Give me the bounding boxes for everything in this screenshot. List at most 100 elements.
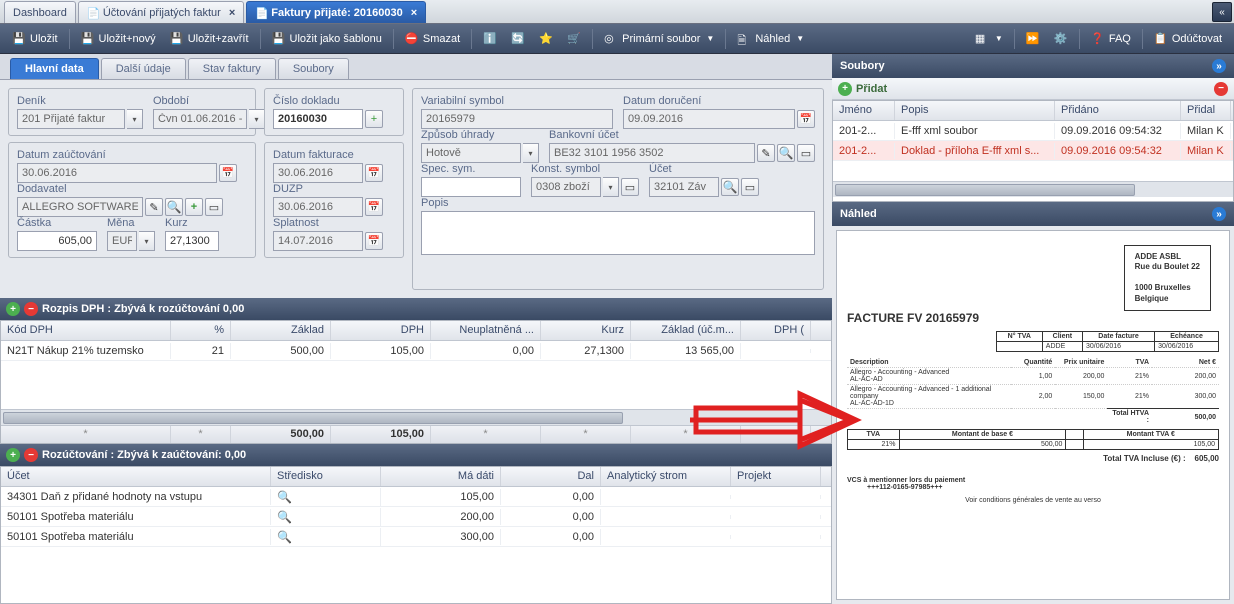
- description-input[interactable]: [421, 211, 815, 255]
- col-header[interactable]: Základ: [231, 321, 331, 340]
- add-row-button[interactable]: +: [6, 448, 20, 462]
- delete-file-button[interactable]: −: [1214, 82, 1228, 96]
- account-input[interactable]: [649, 177, 719, 197]
- refresh-button[interactable]: 🔄: [505, 27, 531, 51]
- invoice-date-input[interactable]: [273, 163, 363, 183]
- save-close-button[interactable]: 💾Uložit+zavřít: [164, 27, 255, 51]
- account-search-button[interactable]: 🔍: [721, 178, 739, 196]
- tab-other-data[interactable]: Další údaje: [101, 58, 186, 79]
- journal-input[interactable]: [17, 109, 125, 129]
- tab-invoice-detail[interactable]: 📄 Faktury přijaté: 20160030 ×: [246, 1, 426, 23]
- bank-account-input[interactable]: [549, 143, 755, 163]
- search-icon[interactable]: 🔍: [277, 530, 292, 544]
- close-icon[interactable]: ×: [229, 7, 235, 19]
- col-header[interactable]: DPH (: [741, 321, 811, 340]
- calendar-button[interactable]: 📅: [219, 164, 237, 182]
- col-header[interactable]: Neuplatněná ...: [431, 321, 541, 340]
- add-row-button[interactable]: +: [6, 302, 20, 316]
- layout-button[interactable]: ▦▼: [969, 27, 1009, 51]
- posting-date-input[interactable]: [17, 163, 217, 183]
- col-header[interactable]: Přidáno: [1055, 101, 1181, 120]
- dropdown-button[interactable]: ▾: [249, 109, 265, 129]
- supplier-clear-button[interactable]: ▭: [205, 198, 223, 216]
- save-template-button[interactable]: 💾Uložit jako šablonu: [266, 27, 388, 51]
- calendar-button[interactable]: 📅: [365, 232, 383, 250]
- expand-right-panel-button[interactable]: «: [1212, 2, 1232, 22]
- table-row[interactable]: 201-2... Doklad - příloha E-fff xml s...…: [833, 141, 1233, 161]
- table-row[interactable]: 34301 Daň z přidané hodnoty na vstupu 🔍 …: [1, 487, 831, 507]
- col-header[interactable]: Základ (úč.m...: [631, 321, 741, 340]
- star-button[interactable]: ⭐: [533, 27, 559, 51]
- delete-button[interactable]: ⛔Smazat: [399, 27, 466, 51]
- col-header[interactable]: Dal: [501, 467, 601, 486]
- preview-button[interactable]: 🗎Náhled▼: [731, 27, 810, 51]
- bank-edit-button[interactable]: ✎: [757, 144, 775, 162]
- tab-invoice-status[interactable]: Stav faktury: [188, 58, 276, 79]
- expand-preview-button[interactable]: »: [1212, 207, 1226, 221]
- table-row[interactable]: 201-2... E-fff xml soubor 09.09.2016 09:…: [833, 121, 1233, 141]
- remove-row-button[interactable]: −: [24, 302, 38, 316]
- search-icon[interactable]: 🔍: [277, 490, 292, 504]
- number-action-button[interactable]: +: [365, 110, 383, 128]
- col-header[interactable]: Přidal: [1181, 101, 1231, 120]
- col-header[interactable]: Má dáti: [381, 467, 501, 486]
- tab-invoice-processing[interactable]: 📄 Účtování přijatých faktur ×: [78, 1, 244, 23]
- supplier-add-button[interactable]: +: [185, 198, 203, 216]
- col-header[interactable]: DPH: [331, 321, 431, 340]
- delivery-date-input[interactable]: [623, 109, 795, 129]
- calendar-button[interactable]: 📅: [797, 110, 815, 128]
- tab-files[interactable]: Soubory: [278, 58, 349, 79]
- currency-input[interactable]: [107, 231, 137, 251]
- dropdown-button[interactable]: ▾: [603, 177, 619, 197]
- col-header[interactable]: Analytický strom: [601, 467, 731, 486]
- table-row[interactable]: 50101 Spotřeba materiálu 🔍 200,00 0,00: [1, 507, 831, 527]
- faq-button[interactable]: ❓FAQ: [1085, 27, 1137, 51]
- calendar-button[interactable]: 📅: [365, 164, 383, 182]
- close-icon[interactable]: ×: [411, 7, 417, 19]
- primary-file-button[interactable]: ◎Primární soubor▼: [598, 27, 720, 51]
- horizontal-scrollbar[interactable]: [833, 181, 1233, 197]
- col-header[interactable]: Jméno: [833, 101, 895, 120]
- col-header[interactable]: Účet: [1, 467, 271, 486]
- tax-date-input[interactable]: [273, 197, 363, 217]
- tab-main-data[interactable]: Hlavní data: [10, 58, 99, 79]
- variable-symbol-input[interactable]: [421, 109, 613, 129]
- col-header[interactable]: Středisko: [271, 467, 381, 486]
- due-date-input[interactable]: [273, 231, 363, 251]
- table-row[interactable]: N21T Nákup 21% tuzemsko 21 500,00 105,00…: [1, 341, 831, 361]
- cart-button[interactable]: 🛒: [561, 27, 587, 51]
- info-button[interactable]: ℹ️: [477, 27, 503, 51]
- col-header[interactable]: Kód DPH: [1, 321, 171, 340]
- col-header[interactable]: Kurz: [541, 321, 631, 340]
- tab-dashboard[interactable]: Dashboard: [4, 1, 76, 23]
- post-button[interactable]: 📋Odúčtovat: [1148, 27, 1228, 51]
- add-file-button[interactable]: +: [838, 82, 852, 96]
- search-icon[interactable]: 🔍: [277, 510, 292, 524]
- bank-search-button[interactable]: 🔍: [777, 144, 795, 162]
- payment-method-input[interactable]: [421, 143, 521, 163]
- save-button[interactable]: 💾Uložit: [6, 27, 64, 51]
- dropdown-button[interactable]: ▾: [523, 143, 539, 163]
- supplier-search-button[interactable]: 🔍: [165, 198, 183, 216]
- col-header[interactable]: Projekt: [731, 467, 821, 486]
- ks-clear-button[interactable]: ▭: [621, 178, 639, 196]
- doc-number-input[interactable]: [273, 109, 363, 129]
- supplier-edit-button[interactable]: ✎: [145, 198, 163, 216]
- settings-button[interactable]: ⚙️: [1048, 27, 1074, 51]
- calendar-button[interactable]: 📅: [365, 198, 383, 216]
- bank-clear-button[interactable]: ▭: [797, 144, 815, 162]
- supplier-input[interactable]: [17, 197, 143, 217]
- remove-row-button[interactable]: −: [24, 448, 38, 462]
- amount-input[interactable]: [17, 231, 97, 251]
- col-header[interactable]: Popis: [895, 101, 1055, 120]
- nav-prev-button[interactable]: ⏩: [1020, 27, 1046, 51]
- dropdown-button[interactable]: ▾: [139, 231, 155, 251]
- dropdown-button[interactable]: ▾: [127, 109, 143, 129]
- col-header[interactable]: %: [171, 321, 231, 340]
- account-clear-button[interactable]: ▭: [741, 178, 759, 196]
- horizontal-scrollbar[interactable]: [1, 409, 831, 425]
- specific-symbol-input[interactable]: [421, 177, 521, 197]
- expand-files-button[interactable]: »: [1212, 59, 1226, 73]
- const-symbol-input[interactable]: [531, 177, 601, 197]
- period-input[interactable]: [153, 109, 247, 129]
